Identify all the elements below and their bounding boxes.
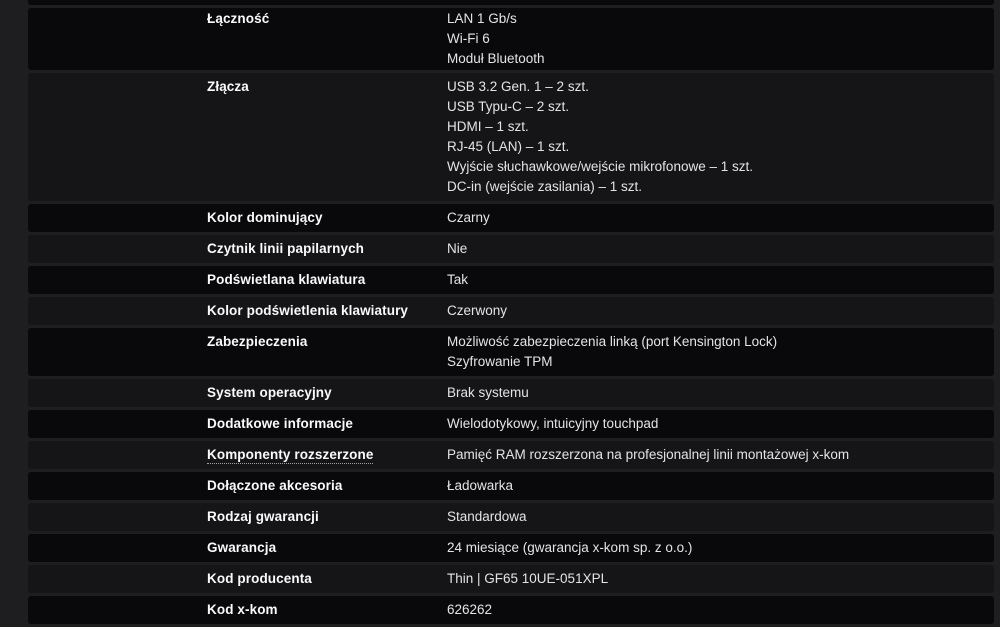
spec-value-line: 626262 — [447, 602, 493, 617]
spec-row-rodzaj-gwarancji: Rodzaj gwarancji Standardowa — [28, 503, 994, 531]
spec-row-kod-x-kom: Kod x-kom 626262 — [28, 596, 994, 624]
spec-label: Złącza — [207, 79, 249, 94]
spec-row-zabezpieczenia: Zabezpieczenia Możliwość zabezpieczenia … — [28, 328, 994, 376]
spec-values: 24 miesiące (gwarancja x-kom sp. z o.o.) — [447, 538, 974, 558]
spec-values: Thin | GF65 10UE-051XPL — [447, 569, 974, 589]
spec-label: Rodzaj gwarancji — [207, 509, 319, 524]
spec-label: Zabezpieczenia — [207, 334, 308, 349]
product-specs-page: Łączność LAN 1 Gb/s Wi-Fi 6 Moduł Blueto… — [0, 0, 1000, 627]
spec-value-line: Wi-Fi 6 — [447, 31, 490, 46]
spec-row-lacznosc: Łączność LAN 1 Gb/s Wi-Fi 6 Moduł Blueto… — [28, 8, 994, 70]
spec-row-kolor-podswietlenia-klawiatury: Kolor podświetlenia klawiatury Czerwony — [28, 297, 994, 325]
spec-label: System operacyjny — [207, 385, 332, 400]
spec-values: Brak systemu — [447, 383, 974, 403]
spec-value-line: USB Typu-C – 2 szt. — [447, 99, 570, 114]
spec-values: Standardowa — [447, 507, 974, 527]
spec-row-kolor-dominujacy: Kolor dominujący Czarny — [28, 204, 994, 232]
spec-label: Dołączone akcesoria — [207, 478, 343, 493]
spec-value-line: Pamięć RAM rozszerzona na profesjonalnej… — [447, 447, 850, 462]
spec-value-line: Szyfrowanie TPM — [447, 354, 553, 369]
spec-value-line: DC-in (wejście zasilania) – 1 szt. — [447, 179, 643, 194]
spec-label: Gwarancja — [207, 540, 277, 555]
spec-value-line: Czarny — [447, 210, 490, 225]
spec-values: Ładowarka — [447, 476, 974, 496]
spec-label: Kod x-kom — [207, 602, 278, 617]
spec-label: Czytnik linii papilarnych — [207, 241, 365, 256]
spec-values: Wielodotykowy, intuicyjny touchpad — [447, 414, 974, 434]
spec-values: Tak — [447, 270, 974, 290]
spec-value-line: Brak systemu — [447, 385, 529, 400]
spec-row-kod-producenta: Kod producenta Thin | GF65 10UE-051XPL — [28, 565, 994, 593]
spec-label: Kolor podświetlenia klawiatury — [207, 303, 409, 318]
spec-row-podswietlana-klawiatura: Podświetlana klawiatura Tak — [28, 266, 994, 294]
spec-values: Czerwony — [447, 301, 974, 321]
spec-value-line: Tak — [447, 272, 469, 287]
spec-values: LAN 1 Gb/s Wi-Fi 6 Moduł Bluetooth — [447, 9, 974, 69]
spec-value-line: 24 miesiące (gwarancja x-kom sp. z o.o.) — [447, 540, 693, 555]
spec-values: Nie — [447, 239, 974, 259]
spec-label: Dodatkowe informacje — [207, 416, 354, 431]
spec-value-line: Standardowa — [447, 509, 527, 524]
spec-value-line: Thin | GF65 10UE-051XPL — [447, 571, 609, 586]
spec-row-zlacza: Złącza USB 3.2 Gen. 1 – 2 szt. USB Typu-… — [28, 73, 994, 201]
spec-label-tooltip-term[interactable]: Komponenty rozszerzone — [207, 445, 447, 465]
spec-value-line: Moduł Bluetooth — [447, 51, 545, 66]
spec-label: Podświetlana klawiatura — [207, 272, 366, 287]
spec-value-line: Wielodotykowy, intuicyjny touchpad — [447, 416, 659, 431]
spec-label: Łączność — [207, 11, 270, 26]
spec-label: Kod producenta — [207, 571, 312, 586]
spec-value-line: Możliwość zabezpieczenia linką (port Ken… — [447, 334, 778, 349]
spec-row-komponenty-rozszerzone: Komponenty rozszerzone Pamięć RAM rozsze… — [28, 441, 994, 469]
spec-values: 626262 — [447, 600, 974, 620]
spec-value-line: LAN 1 Gb/s — [447, 11, 517, 26]
spec-value-line: Wyjście słuchawkowe/wejście mikrofonowe … — [447, 159, 753, 174]
spec-value-line: USB 3.2 Gen. 1 – 2 szt. — [447, 79, 589, 94]
spec-row-dodatkowe-informacje: Dodatkowe informacje Wielodotykowy, intu… — [28, 410, 994, 438]
spec-values: Pamięć RAM rozszerzona na profesjonalnej… — [447, 445, 974, 465]
spec-value-line: Czerwony — [447, 303, 508, 318]
spec-values: Czarny — [447, 208, 974, 228]
spec-values: Możliwość zabezpieczenia linką (port Ken… — [447, 332, 974, 372]
spec-row-system-operacyjny: System operacyjny Brak systemu — [28, 379, 994, 407]
spec-table: Łączność LAN 1 Gb/s Wi-Fi 6 Moduł Blueto… — [28, 0, 994, 627]
spec-row-czytnik-linii-papilarnych: Czytnik linii papilarnych Nie — [28, 235, 994, 263]
spec-value-line: RJ-45 (LAN) – 1 szt. — [447, 139, 570, 154]
spec-value-line: Ładowarka — [447, 478, 514, 493]
spec-value-line: Nie — [447, 241, 468, 256]
cropped-row-edge — [28, 0, 994, 5]
spec-label: Kolor dominujący — [207, 210, 323, 225]
spec-values: USB 3.2 Gen. 1 – 2 szt. USB Typu-C – 2 s… — [447, 77, 974, 197]
spec-value-line: HDMI – 1 szt. — [447, 119, 529, 134]
spec-row-dolaczone-akcesoria: Dołączone akcesoria Ładowarka — [28, 472, 994, 500]
spec-row-gwarancja: Gwarancja 24 miesiące (gwarancja x-kom s… — [28, 534, 994, 562]
